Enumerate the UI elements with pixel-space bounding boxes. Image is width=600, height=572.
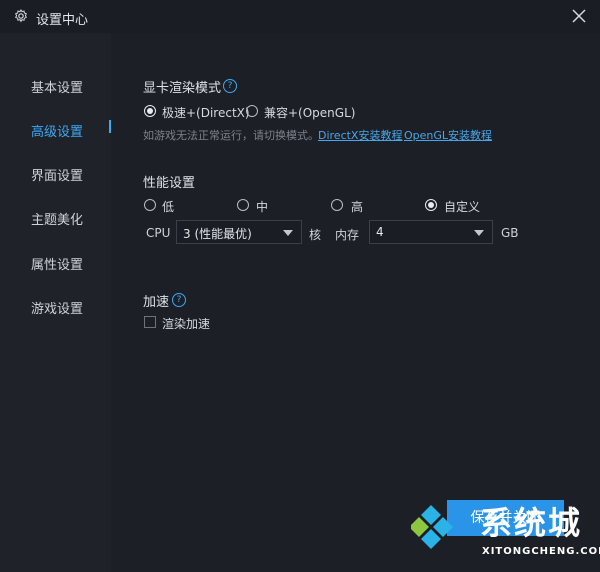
performance-title: 性能设置 — [143, 176, 196, 191]
radio-perf-high[interactable] — [331, 199, 343, 211]
memory-select-value: 4 — [376, 225, 384, 239]
chevron-down-icon — [474, 230, 484, 236]
render-mode-title: 显卡渲染模式 — [143, 81, 222, 96]
help-icon[interactable]: ? — [223, 79, 237, 93]
radio-perf-low-label: 低 — [162, 200, 175, 214]
help-icon[interactable]: ? — [172, 293, 186, 307]
directx-tutorial-link[interactable]: DirectX安装教程 — [318, 127, 402, 143]
window-title: 设置中心 — [36, 13, 89, 28]
memory-label: 内存 — [335, 228, 360, 242]
sidebar-item-properties[interactable]: 属性设置 — [31, 254, 83, 273]
radio-perf-custom[interactable] — [425, 199, 437, 211]
title-bar: 设置中心 — [0, 0, 600, 33]
chevron-down-icon — [283, 230, 293, 236]
settings-panel: 显卡渲染模式 ? 极速+(DirectX) 兼容+(OpenGL) 如游戏无法正… — [111, 33, 600, 572]
sidebar: 基本设置 高级设置 界面设置 主题美化 属性设置 游戏设置 — [0, 33, 112, 572]
render-accelerate-label: 渲染加速 — [162, 317, 211, 331]
radio-opengl-label: 兼容+(OpenGL) — [264, 106, 356, 120]
close-icon[interactable] — [570, 7, 588, 25]
radio-directx-label: 极速+(DirectX) — [162, 106, 250, 120]
radio-perf-high-label: 高 — [351, 200, 364, 214]
sidebar-item-advanced[interactable]: 高级设置 — [31, 121, 83, 140]
opengl-tutorial-link[interactable]: OpenGL安装教程 — [404, 127, 492, 143]
sidebar-item-theme[interactable]: 主题美化 — [31, 209, 83, 228]
watermark-url: XITONGCHENG.COM — [482, 546, 600, 557]
memory-select[interactable]: 4 — [369, 220, 493, 244]
accelerate-title: 加速 — [143, 295, 170, 310]
sidebar-item-basic[interactable]: 基本设置 — [31, 77, 83, 96]
radio-perf-custom-label: 自定义 — [444, 200, 481, 214]
radio-directx[interactable] — [144, 105, 156, 117]
cpu-select-value: 3 (性能最优) — [183, 227, 252, 241]
render-hint: 如游戏无法正常运行，请切换模式。 — [143, 129, 319, 142]
radio-perf-medium[interactable] — [237, 199, 249, 211]
memory-unit: GB — [501, 226, 519, 240]
cpu-select[interactable]: 3 (性能最优) — [176, 220, 302, 244]
sidebar-item-interface[interactable]: 界面设置 — [31, 165, 83, 184]
render-accelerate-checkbox[interactable] — [144, 316, 156, 328]
cpu-unit: 核 — [309, 228, 322, 242]
gear-icon — [15, 9, 27, 23]
sidebar-item-games[interactable]: 游戏设置 — [31, 298, 83, 317]
radio-perf-low[interactable] — [144, 199, 156, 211]
watermark-text: 系统城 — [480, 504, 583, 542]
cpu-label: CPU — [146, 226, 171, 240]
radio-perf-medium-label: 中 — [256, 200, 269, 214]
watermark-logo-icon — [411, 505, 453, 549]
radio-opengl[interactable] — [246, 105, 258, 117]
